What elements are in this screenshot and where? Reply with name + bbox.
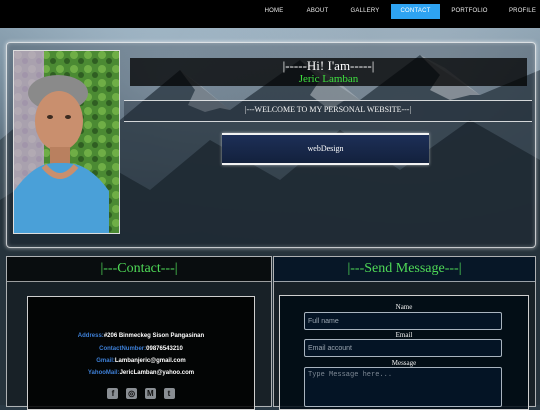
nav-portfolio[interactable]: PORTFOLIO (448, 4, 491, 19)
twitter-icon[interactable]: t (163, 388, 175, 399)
gmail-label: Gmail: (96, 358, 115, 364)
name-input[interactable]: Full name (304, 312, 502, 330)
nav-contact[interactable]: CONTACT (391, 4, 440, 19)
greeting-box: |-----Hi! I'am-----| Jeric Lamban (130, 58, 527, 86)
yahoo-value: JericLamban@yahoo.com (119, 370, 195, 376)
yahoo-row: YahooMail:JericLamban@yahoo.com (28, 370, 254, 376)
contact-section: |---Contact---| Address:#206 Binmeckeg S… (6, 256, 272, 410)
number-value: 09876543210 (146, 346, 183, 352)
gmail-value: Lambanjeric@gmail.com (114, 358, 186, 364)
contact-heading: |---Contact---| (7, 257, 271, 282)
nav-gallery[interactable]: GALLERY (345, 4, 385, 19)
message-textarea[interactable]: Type Message here... (304, 367, 502, 407)
owner-name: Jeric Lamban (298, 73, 359, 85)
address-label: Address: (77, 333, 104, 339)
webdesign-button[interactable]: webDesign (222, 133, 429, 165)
gmail-row: Gmail:Lambanjeric@gmail.com (28, 358, 254, 364)
nav-profile[interactable]: PROFILE (505, 4, 540, 19)
send-message-section: |---Send Message---| Name Full name Emai… (273, 256, 536, 410)
send-message-heading: |---Send Message---| (274, 257, 535, 282)
nav-home[interactable]: HOME (258, 4, 290, 19)
message-form: Name Full name Email Email account Messa… (279, 295, 529, 410)
number-label: ContactNumber: (99, 346, 147, 352)
gmail-icon[interactable]: M (144, 388, 156, 399)
name-label: Name (395, 303, 413, 311)
email-input[interactable]: Email account (304, 339, 502, 357)
yahoo-label: YahooMail: (87, 370, 120, 376)
greeting-text: |-----Hi! I'am-----| (282, 58, 375, 73)
facebook-icon[interactable]: f (107, 388, 119, 399)
instagram-icon[interactable]: ◎ (126, 388, 138, 399)
profile-photo (13, 50, 120, 234)
address-value: #206 Binmeckeg Sison Pangasinan (103, 333, 205, 339)
email-label: Email (395, 331, 413, 339)
address-row: Address:#206 Binmeckeg Sison Pangasinan (28, 333, 254, 339)
nav-about[interactable]: ABOUT (300, 4, 335, 19)
contact-card: Address:#206 Binmeckeg Sison Pangasinan … (27, 296, 255, 410)
number-row: ContactNumber:09876543210 (28, 346, 254, 352)
message-label: Message (391, 359, 417, 367)
top-navbar: HOME ABOUT GALLERY CONTACT PORTFOLIO PRO… (0, 0, 540, 28)
welcome-banner: |---WELCOME TO MY PERSONAL WEBSITE---| (124, 100, 532, 122)
social-icons: f ◎ M t (28, 388, 254, 399)
